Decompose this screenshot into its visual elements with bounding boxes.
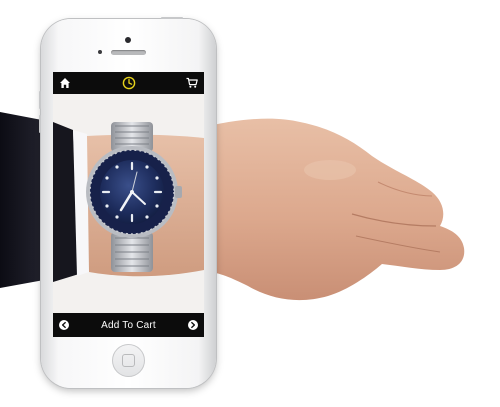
earpiece-speaker xyxy=(111,50,146,55)
home-hardware-button[interactable] xyxy=(112,344,145,377)
home-icon[interactable] xyxy=(58,76,72,90)
add-to-cart-button[interactable]: Add To Cart xyxy=(101,320,156,331)
volume-button xyxy=(39,91,41,109)
top-nav-bar xyxy=(53,72,204,94)
phone-device: Add To Cart xyxy=(39,17,216,388)
shopping-cart-icon[interactable] xyxy=(185,76,199,90)
product-preview-scene: Add To Cart xyxy=(0,0,500,407)
volume-button xyxy=(39,115,41,133)
watch-on-wrist-image xyxy=(53,72,204,337)
phone-screen: Add To Cart xyxy=(53,72,204,337)
watch-clock-logo-icon[interactable] xyxy=(122,76,136,90)
arrow-right-circle-icon[interactable] xyxy=(187,320,198,330)
front-camera-icon xyxy=(125,37,131,43)
power-button xyxy=(161,17,183,19)
bottom-action-bar: Add To Cart xyxy=(53,313,204,337)
arrow-left-circle-icon[interactable] xyxy=(59,320,69,330)
proximity-sensor xyxy=(98,50,102,54)
